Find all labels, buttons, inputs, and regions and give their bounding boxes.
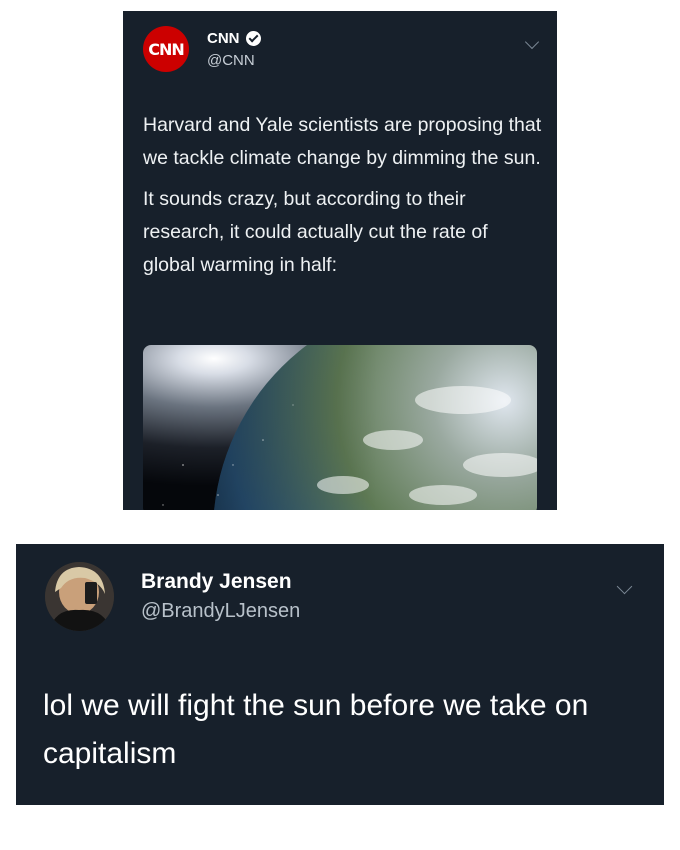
display-name[interactable]: Brandy Jensen (141, 570, 292, 594)
cnn-avatar[interactable]: CNN (143, 26, 189, 72)
user-photo (45, 562, 114, 631)
display-name-row[interactable]: CNN (207, 30, 261, 47)
display-name[interactable]: CNN (207, 30, 240, 47)
reply-tweet: Brandy Jensen @BrandyLJensen lol we will… (16, 544, 664, 805)
tweet-paragraph: Harvard and Yale scientists are proposin… (143, 114, 542, 169)
tweet-paragraph: It sounds crazy, but according to their … (143, 188, 488, 276)
chevron-down-icon[interactable] (524, 34, 540, 50)
cnn-tweet: CNN CNN @CNN Harvard and Yale scientists… (123, 11, 557, 510)
verified-badge-icon (245, 31, 261, 46)
tweet-text: lol we will fight the sun before we take… (43, 689, 589, 770)
earth-illustration (143, 345, 537, 510)
user-handle[interactable]: @CNN (207, 52, 255, 69)
user-handle[interactable]: @BrandyLJensen (141, 600, 300, 623)
earth-image[interactable] (143, 345, 537, 510)
tweet-text: Harvard and Yale scientists are proposin… (143, 109, 543, 282)
chevron-down-icon[interactable] (616, 578, 633, 595)
user-avatar[interactable] (45, 562, 114, 631)
